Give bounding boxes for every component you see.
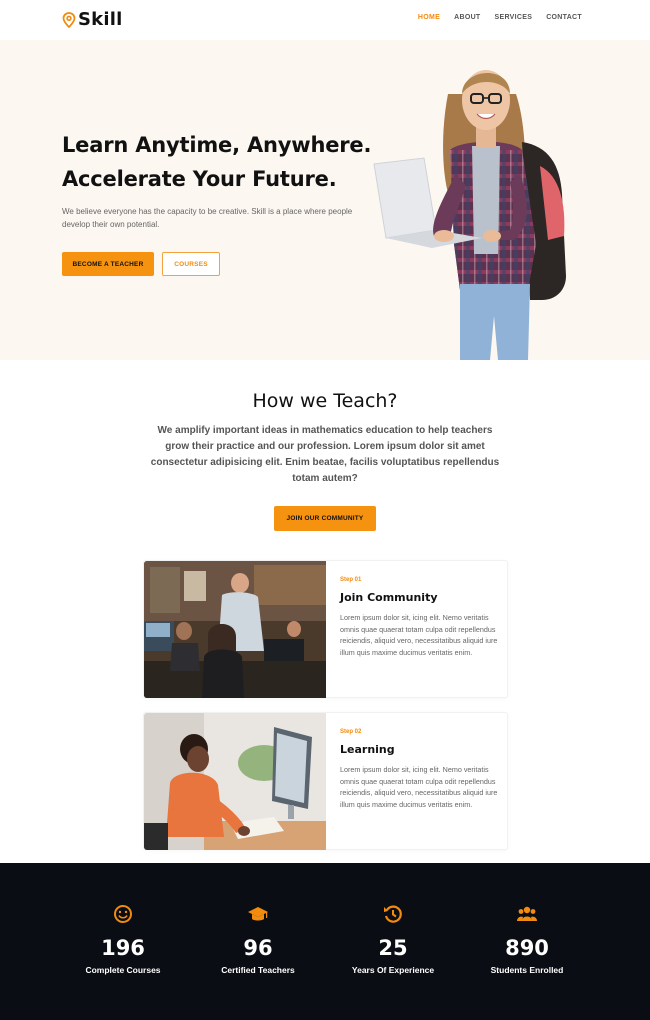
join-community-button[interactable]: JOIN OUR COMMUNITY xyxy=(274,506,376,531)
hero-title: Learn Anytime, Anywhere. Accelerate Your… xyxy=(62,128,371,196)
section-title: How we Teach? xyxy=(252,390,398,412)
classroom-photo xyxy=(144,561,326,698)
users-icon xyxy=(517,906,537,921)
graduation-cap-icon xyxy=(248,907,268,921)
stat-years-experience: 25 Years Of Experience xyxy=(328,904,458,975)
student-with-laptop-image xyxy=(373,70,566,360)
step-text: Lorem ipsum dolor sit, icing elit. Nemo … xyxy=(340,613,498,657)
brand-name: Skill xyxy=(78,9,123,30)
stat-label: Years Of Experience xyxy=(351,965,435,975)
stat-certified-teachers: 96 Certified Teachers xyxy=(193,904,323,975)
nav-link-home[interactable]: HOME xyxy=(418,14,440,21)
stat-label: Certified Teachers xyxy=(221,965,295,975)
section-description: We amplify important ideas in mathematic… xyxy=(150,425,500,484)
smile-icon xyxy=(114,905,132,923)
hero-description: We believe everyone has the capacity to … xyxy=(62,207,353,229)
nav-link-about[interactable]: ABOUT xyxy=(454,14,480,21)
stat-students-enrolled: 890 Students Enrolled xyxy=(462,904,592,975)
hero-title-line2: Accelerate Your Future. xyxy=(62,167,337,191)
become-teacher-button[interactable]: BECOME A TEACHER xyxy=(62,252,154,276)
courses-button[interactable]: COURSES xyxy=(162,252,220,276)
stat-value: 196 xyxy=(101,936,145,960)
main-menu: HOME ABOUT SERVICES CONTACT xyxy=(418,14,582,21)
step-text: Lorem ipsum dolor sit, icing elit. Nemo … xyxy=(340,765,498,809)
step-title: Join Community xyxy=(340,591,438,604)
step-label: Step 01 xyxy=(340,577,362,583)
step-title: Learning xyxy=(340,743,395,756)
hero-title-line1: Learn Anytime, Anywhere. xyxy=(62,133,372,157)
location-pin-icon xyxy=(62,11,76,28)
stat-complete-courses: 196 Complete Courses xyxy=(58,904,188,975)
page: Skill HOME ABOUT SERVICES CONTACT Learn … xyxy=(0,0,650,1020)
hero-section: Learn Anytime, Anywhere. Accelerate Your… xyxy=(0,40,650,360)
history-icon xyxy=(384,905,402,923)
brand-logo[interactable]: Skill xyxy=(62,9,122,30)
stat-label: Students Enrolled xyxy=(490,965,564,975)
top-navbar: Skill HOME ABOUT SERVICES CONTACT xyxy=(0,0,650,40)
nav-link-contact[interactable]: CONTACT xyxy=(546,14,582,21)
stat-value: 25 xyxy=(378,936,408,960)
nav-link-services[interactable]: SERVICES xyxy=(495,14,533,21)
stat-label: Complete Courses xyxy=(85,965,161,975)
stat-value: 96 xyxy=(243,936,273,960)
stat-value: 890 xyxy=(505,936,549,960)
step-label: Step 02 xyxy=(340,729,362,735)
step-card: Step 01 Join Community Lorem ipsum dolor… xyxy=(143,560,508,698)
step-card: Step 02 Learning Lorem ipsum dolor sit, … xyxy=(143,712,508,850)
stats-section: 196 Complete Courses 96 Certified Teache… xyxy=(0,863,650,1020)
student-studying-photo xyxy=(144,713,326,850)
